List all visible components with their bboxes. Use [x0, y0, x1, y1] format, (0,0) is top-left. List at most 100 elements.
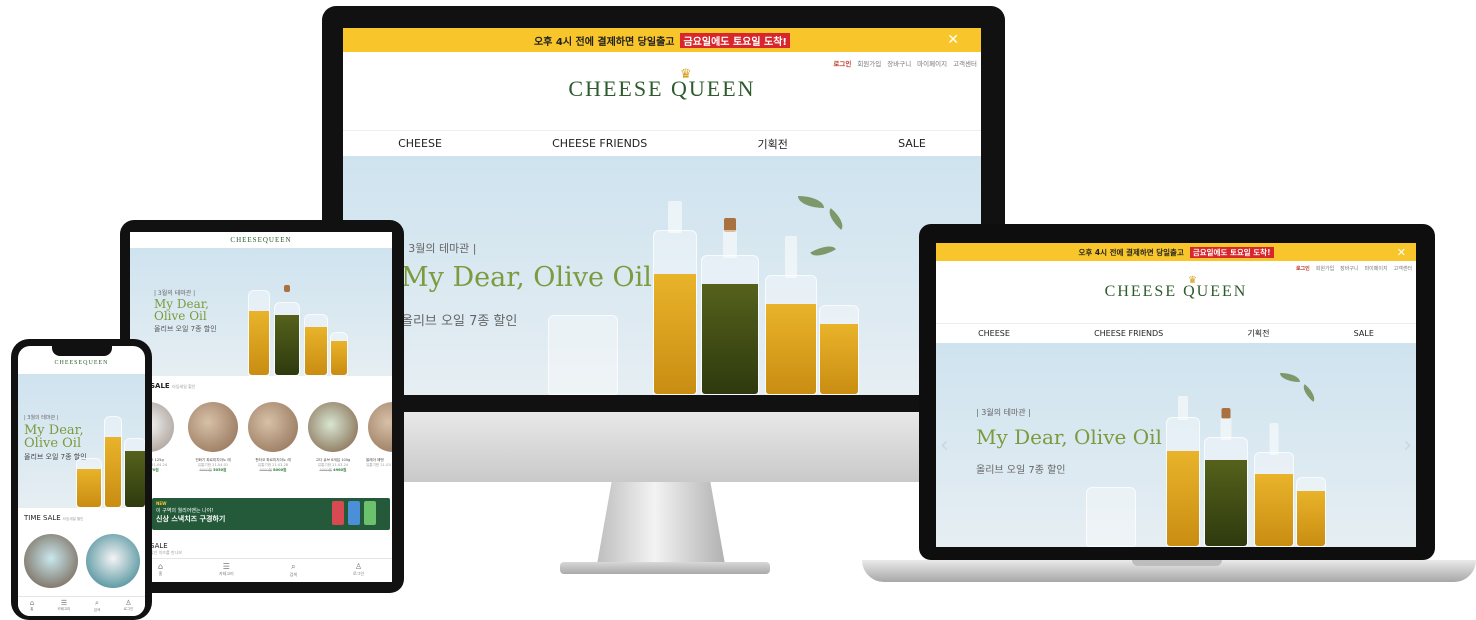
nav-exhibition[interactable]: 기획전 [757, 136, 787, 152]
nav-cheese[interactable]: CHEESE [978, 329, 1010, 338]
menu-icon: ☰ [222, 562, 230, 571]
hero-banner[interactable]: ‹ › | 3월의 테마관 | My Dear, Olive Oil 올리브 오… [936, 343, 1416, 547]
site-logo[interactable]: ♛ CHEESE QUEEN [936, 275, 1416, 301]
carousel-prev-icon[interactable]: ‹ [940, 433, 949, 458]
bottle-image [104, 416, 122, 508]
logo-suffix: QUEEN [262, 236, 292, 244]
tab-label: 검색 [93, 608, 101, 612]
bottle-image [1296, 477, 1326, 547]
customer-center-link[interactable]: 고객센터 [953, 58, 977, 68]
product-carousel: 브리치즈 125g 유통기한 21.04.24 5270원 전화기 파르미지아노… [130, 402, 392, 482]
home-icon: ⌂ [157, 562, 164, 571]
main-nav: CHEESE CHEESE FRIENDS 기획전 SALE [936, 323, 1416, 343]
nav-sale[interactable]: SALE [1354, 329, 1374, 338]
promo-bar: 오후 4시 전에 결제하면 당일출고 금요일에도 토요일 도착! ✕ [343, 28, 981, 52]
bottom-tabbar: ⌂ 홈 ☰ 카테고리 ⌕ 검색 ♙ 로그인 [130, 558, 392, 582]
bottle-image [1204, 408, 1248, 547]
home-icon: ⌂ [29, 599, 35, 607]
hero-banner[interactable]: | 3월의 테마관 | My Dear, Olive Oil 올리브 오일 7종… [343, 156, 981, 395]
product-card[interactable]: 판타코 파르미지아노 레 유통기한 21.03.28 9000원 8000원 [248, 458, 298, 473]
tab-label: 카테고리 [218, 571, 234, 576]
product-image[interactable] [24, 534, 78, 588]
product-image[interactable] [188, 402, 238, 452]
product-image[interactable] [368, 402, 392, 452]
cart-link[interactable]: 장바구니 [1340, 265, 1358, 272]
user-icon: ♙ [125, 599, 132, 607]
product-price: 8000원 [273, 468, 287, 472]
mypage-link[interactable]: 마이페이지 [917, 58, 947, 68]
tab-login[interactable]: ♙ 로그인 [353, 562, 364, 582]
logo-prefix: CHEESE [230, 236, 263, 244]
product-card[interactable]: 전화기 파르미지아노 레 유통기한 21.04.01 6000원 5050원 [188, 458, 238, 473]
section2-label: SALE [150, 542, 168, 550]
product-image[interactable] [308, 402, 358, 452]
crown-icon: ♛ [1188, 275, 1199, 286]
carousel-next-icon[interactable]: › [1403, 433, 1412, 458]
time-sale-note: 타임세일 할인 [62, 517, 84, 521]
snack-package-image [348, 501, 360, 525]
product-date: 유통기한 21.03 [366, 463, 391, 467]
nav-exhibition[interactable]: 기획전 [1247, 328, 1269, 339]
product-old-price: 6000원 [199, 468, 212, 472]
site-logo[interactable]: CHEESEQUEEN [130, 236, 392, 244]
tab-home[interactable]: ⌂ 홈 [30, 599, 34, 616]
tab-category[interactable]: ☰ 카테고리 [219, 562, 234, 582]
bottle-image [819, 305, 859, 395]
product-price: 4960원 [333, 468, 347, 472]
bottle-image [1166, 396, 1200, 547]
tab-label: 로그인 [123, 607, 134, 611]
tab-home[interactable]: ⌂ 홈 [158, 562, 163, 582]
nav-cheese-friends[interactable]: CHEESE FRIENDS [1094, 329, 1163, 338]
promo-close-button[interactable]: ✕ [947, 32, 959, 48]
bottle-image [76, 458, 102, 508]
phone-notch [52, 346, 112, 356]
tab-search[interactable]: ⌕ 검색 [290, 562, 297, 582]
nav-cheese-friends[interactable]: CHEESE FRIENDS [552, 137, 647, 150]
time-sale-title: TIME SALE 타임세일 할인 [24, 514, 83, 522]
product-image[interactable] [248, 402, 298, 452]
utility-links: 로그인 회원가입 장바구니 마이페이지 고객센터 [833, 58, 977, 68]
bottle-image [330, 332, 348, 376]
site-logo[interactable]: CHEESEQUEEN [18, 360, 145, 366]
tab-login[interactable]: ♙ 로그인 [124, 599, 134, 616]
tab-category[interactable]: ☰ 카테고리 [58, 599, 71, 616]
login-link[interactable]: 로그인 [1296, 265, 1310, 272]
logo-prefix: CHEESE [568, 76, 664, 101]
nav-cheese[interactable]: CHEESE [398, 137, 442, 150]
customer-center-link[interactable]: 고객센터 [1394, 265, 1412, 272]
promo-bar: 오후 4시 전에 결제하면 당일출고 금요일에도 토요일 도착! ✕ [936, 243, 1416, 261]
product-image[interactable] [86, 534, 140, 588]
signup-link[interactable]: 회원가입 [857, 58, 881, 68]
tab-label: 홈 [30, 607, 34, 611]
login-link[interactable]: 로그인 [833, 58, 851, 68]
hero-banner[interactable]: | 3월의 테마관 | My Dear, Olive Oil 올리브 오일 7종… [18, 374, 145, 508]
snack-cheese-banner[interactable]: NEW 이 구역의 월리어멘는 나야! 신상 스낵치즈 구경하기 [152, 498, 390, 530]
banner-line1: 이 구역의 월리어멘는 나야! [156, 508, 214, 514]
hero-banner[interactable]: | 3월의 테마관 | My Dear, Olive Oil 올리브 오일 7종… [130, 248, 392, 376]
nav-sale[interactable]: SALE [898, 137, 926, 150]
search-icon: ⌕ [291, 562, 296, 571]
signup-link[interactable]: 회원가입 [1316, 265, 1334, 272]
hero-title: My Dear, Olive Oil [154, 298, 209, 322]
monitor-stand [596, 482, 726, 570]
site-logo[interactable]: ♛ CHEESE QUEEN [343, 66, 981, 102]
product-card[interactable]: 고다 큐브 6개입 100g 유통기한 21.03.24 5500원 4960원 [308, 458, 358, 473]
glass-jar-image [548, 315, 618, 395]
tab-search[interactable]: ⌕ 검색 [94, 599, 100, 616]
bottom-tabbar: ⌂ 홈 ☰ 카테고리 ⌕ 검색 ♙ 로그인 [18, 596, 145, 616]
mypage-link[interactable]: 마이페이지 [1365, 265, 1388, 272]
section2-title: SALE 할인 치즈를 만나보 [150, 542, 182, 556]
monitor-base [560, 562, 770, 574]
hero-subtitle: 올리브 오일 7종 할인 [976, 465, 1066, 476]
bottle-image [701, 218, 759, 395]
bottle-image [274, 285, 300, 376]
promo-close-button[interactable]: ✕ [1397, 246, 1406, 259]
product-old-price: 5500원 [319, 468, 332, 472]
monitor-chin [322, 412, 1005, 482]
snack-package-image [364, 501, 376, 525]
product-card[interactable]: 발레아 에멘 유통기한 21.03 [366, 458, 392, 468]
crown-icon: ♛ [680, 66, 694, 81]
cart-link[interactable]: 장바구니 [887, 58, 911, 68]
desktop-screen: 오후 4시 전에 결제하면 당일출고 금요일에도 토요일 도착! ✕ 로그인 회… [343, 28, 981, 395]
bottle-image [765, 236, 817, 395]
